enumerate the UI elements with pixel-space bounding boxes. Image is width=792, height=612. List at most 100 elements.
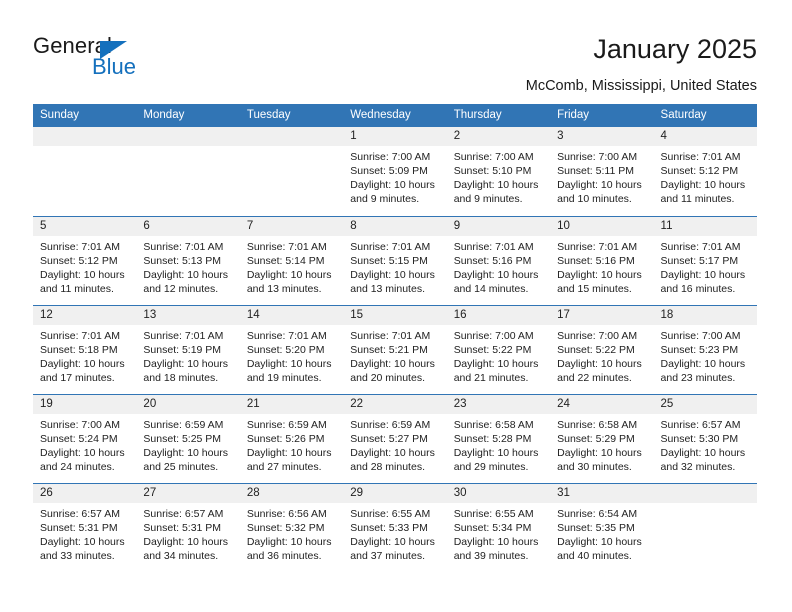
sunset-text: Sunset: 5:25 PM xyxy=(143,432,222,445)
calendar-day-cell[interactable]: 8 Sunrise: 7:01 AM Sunset: 5:15 PM Daylight… xyxy=(343,215,447,305)
sunset-text: Sunset: 5:34 PM xyxy=(453,521,532,534)
sunset-text: Sunset: 5:28 PM xyxy=(453,432,532,445)
sunrise-text: Sunrise: 7:01 AM xyxy=(660,151,741,163)
calendar-day-cell[interactable]: 21 Sunrise: 6:59 AM Sunset: 5:26 PM Dayligh… xyxy=(239,393,344,483)
day-details: Sunrise: 7:00 AM Sunset: 5:09 PM Daylight:… xyxy=(343,146,446,206)
sunset-text: Sunset: 5:20 PM xyxy=(246,343,325,356)
daylight-text: Daylight: 10 hours and 19 minutes. xyxy=(246,357,332,384)
calendar-day-cell[interactable]: 7 Sunrise: 7:01 AM Sunset: 5:14 PM Daylight… xyxy=(239,215,344,305)
weekday-header-row: Sunday Monday Tuesday Wednesday Thursday… xyxy=(33,104,757,127)
sunrise-text: Sunrise: 7:01 AM xyxy=(40,329,120,342)
day-details: Sunrise: 7:01 AM Sunset: 5:12 PM Daylight:… xyxy=(33,236,136,296)
daylight-text: Daylight: 10 hours and 18 minutes. xyxy=(143,357,229,384)
day-number: 7 xyxy=(239,216,344,236)
calendar-day-cell[interactable]: 16 Sunrise: 7:00 AM Sunset: 5:22 PM Dayligh… xyxy=(446,304,551,394)
day-details: Sunrise: 6:56 AM Sunset: 5:32 PM Daylight:… xyxy=(240,503,343,563)
day-details: Sunrise: 7:01 AM Sunset: 5:13 PM Daylight:… xyxy=(136,236,239,296)
calendar-day-cell[interactable]: 25 Sunrise: 6:57 AM Sunset: 5:30 PM Dayligh… xyxy=(653,393,757,483)
calendar-day-cell[interactable]: 17 Sunrise: 7:00 AM Sunset: 5:22 PM Dayligh… xyxy=(550,304,654,394)
sunset-text: Sunset: 5:31 PM xyxy=(40,521,118,534)
day-number: 8 xyxy=(343,216,447,236)
day-details: Sunrise: 7:01 AM Sunset: 5:21 PM Daylight:… xyxy=(343,325,446,385)
sunrise-text: Sunrise: 7:01 AM xyxy=(143,329,224,342)
calendar-day-cell[interactable]: 1 Sunrise: 7:00 AM Sunset: 5:09 PM Daylight… xyxy=(343,127,447,216)
day-number: 6 xyxy=(136,216,240,236)
calendar-day-cell[interactable]: 15 Sunrise: 7:01 AM Sunset: 5:21 PM Dayligh… xyxy=(343,304,447,394)
day-details: Sunrise: 7:01 AM Sunset: 5:20 PM Daylight:… xyxy=(240,325,343,385)
day-details: Sunrise: 7:00 AM Sunset: 5:22 PM Daylight:… xyxy=(447,325,550,385)
day-details: Sunrise: 6:57 AM Sunset: 5:31 PM Daylight:… xyxy=(33,503,136,563)
general-blue-logo[interactable]: General Blue xyxy=(33,34,173,84)
daylight-text: Daylight: 10 hours and 27 minutes. xyxy=(246,446,332,473)
calendar-day-cell[interactable]: 9 Sunrise: 7:01 AM Sunset: 5:16 PM Daylight… xyxy=(446,215,551,305)
calendar-day-cell[interactable]: 20 Sunrise: 6:59 AM Sunset: 5:25 PM Dayligh… xyxy=(136,393,240,483)
day-number: 27 xyxy=(136,483,240,503)
calendar-day-cell[interactable]: 23 Sunrise: 6:58 AM Sunset: 5:28 PM Dayligh… xyxy=(446,393,551,483)
daylight-text: Daylight: 10 hours and 34 minutes. xyxy=(143,535,229,562)
sunset-text: Sunset: 5:12 PM xyxy=(660,165,739,177)
calendar-day-cell[interactable]: 19 Sunrise: 7:00 AM Sunset: 5:24 PM Dayligh… xyxy=(33,393,137,483)
calendar-day-cell[interactable]: 14 Sunrise: 7:01 AM Sunset: 5:20 PM Dayligh… xyxy=(239,304,344,394)
day-details: Sunrise: 7:01 AM Sunset: 5:12 PM Daylight:… xyxy=(654,146,757,206)
sunset-text: Sunset: 5:32 PM xyxy=(246,521,325,534)
day-number: 26 xyxy=(33,483,137,503)
daylight-text: Daylight: 10 hours and 24 minutes. xyxy=(40,446,125,473)
weekday-header-monday: Monday xyxy=(136,104,240,127)
daylight-text: Daylight: 10 hours and 13 minutes. xyxy=(350,268,435,295)
day-number: 17 xyxy=(550,305,654,325)
sunset-text: Sunset: 5:19 PM xyxy=(143,343,222,356)
calendar-day-cell-empty xyxy=(239,127,344,216)
sunset-text: Sunset: 5:16 PM xyxy=(557,254,635,267)
day-details: Sunrise: 6:59 AM Sunset: 5:27 PM Daylight:… xyxy=(343,414,446,474)
day-number xyxy=(653,483,757,503)
calendar-day-cell[interactable]: 10 Sunrise: 7:01 AM Sunset: 5:16 PM Dayligh… xyxy=(550,215,654,305)
daylight-text: Daylight: 10 hours and 40 minutes. xyxy=(557,535,642,562)
calendar-day-cell[interactable]: 13 Sunrise: 7:01 AM Sunset: 5:19 PM Dayligh… xyxy=(136,304,240,394)
calendar-day-cell[interactable]: 4 Sunrise: 7:01 AM Sunset: 5:12 PM Daylight… xyxy=(653,127,757,216)
day-number: 29 xyxy=(343,483,447,503)
calendar-day-cell[interactable]: 3 Sunrise: 7:00 AM Sunset: 5:11 PM Daylight… xyxy=(550,127,654,216)
sunrise-text: Sunrise: 6:56 AM xyxy=(246,507,327,520)
sunset-text: Sunset: 5:22 PM xyxy=(453,343,532,356)
calendar-day-cell[interactable]: 2 Sunrise: 7:00 AM Sunset: 5:10 PM Daylight… xyxy=(446,127,551,216)
day-number: 24 xyxy=(550,394,654,414)
day-number: 2 xyxy=(446,127,551,146)
daylight-text: Daylight: 10 hours and 39 minutes. xyxy=(453,535,539,562)
calendar-week-row: 5 Sunrise: 7:01 AM Sunset: 5:12 PM Daylight… xyxy=(33,215,757,305)
calendar-day-cell[interactable]: 22 Sunrise: 6:59 AM Sunset: 5:27 PM Dayligh… xyxy=(343,393,447,483)
calendar-day-cell[interactable]: 24 Sunrise: 6:58 AM Sunset: 5:29 PM Dayligh… xyxy=(550,393,654,483)
calendar-day-cell[interactable]: 29 Sunrise: 6:55 AM Sunset: 5:33 PM Dayligh… xyxy=(343,482,447,572)
calendar-day-cell[interactable]: 26 Sunrise: 6:57 AM Sunset: 5:31 PM Dayligh… xyxy=(33,482,137,572)
calendar-day-cell[interactable]: 27 Sunrise: 6:57 AM Sunset: 5:31 PM Dayligh… xyxy=(136,482,240,572)
calendar-day-cell[interactable]: 12 Sunrise: 7:01 AM Sunset: 5:18 PM Dayligh… xyxy=(33,304,137,394)
calendar-day-cell[interactable]: 6 Sunrise: 7:01 AM Sunset: 5:13 PM Daylight… xyxy=(136,215,240,305)
calendar-week-row: 1 Sunrise: 7:00 AM Sunset: 5:09 PM Daylight… xyxy=(33,127,757,216)
sunrise-text: Sunrise: 7:01 AM xyxy=(557,240,638,253)
calendar-day-cell[interactable]: 11 Sunrise: 7:01 AM Sunset: 5:17 PM Dayligh… xyxy=(653,215,757,305)
daylight-text: Daylight: 10 hours and 14 minutes. xyxy=(453,268,539,295)
daylight-text: Daylight: 10 hours and 13 minutes. xyxy=(246,268,332,295)
day-details: Sunrise: 6:55 AM Sunset: 5:33 PM Daylight:… xyxy=(343,503,446,563)
daylight-text: Daylight: 10 hours and 9 minutes. xyxy=(453,179,539,205)
day-number: 4 xyxy=(653,127,757,146)
sunrise-text: Sunrise: 7:01 AM xyxy=(660,240,741,253)
sunset-text: Sunset: 5:31 PM xyxy=(143,521,222,534)
day-details: Sunrise: 7:01 AM Sunset: 5:19 PM Daylight:… xyxy=(136,325,239,385)
calendar-day-cell[interactable]: 28 Sunrise: 6:56 AM Sunset: 5:32 PM Dayligh… xyxy=(239,482,344,572)
calendar-day-cell[interactable]: 18 Sunrise: 7:00 AM Sunset: 5:23 PM Dayligh… xyxy=(653,304,757,394)
sunrise-text: Sunrise: 6:55 AM xyxy=(350,507,431,520)
sunrise-text: Sunrise: 7:00 AM xyxy=(557,329,638,342)
calendar-day-cell[interactable]: 30 Sunrise: 6:55 AM Sunset: 5:34 PM Dayligh… xyxy=(446,482,551,572)
calendar-day-cell[interactable]: 31 Sunrise: 6:54 AM Sunset: 5:35 PM Dayligh… xyxy=(550,482,654,572)
daylight-text: Daylight: 10 hours and 17 minutes. xyxy=(40,357,125,384)
day-number: 18 xyxy=(653,305,757,325)
daylight-text: Daylight: 10 hours and 36 minutes. xyxy=(246,535,332,562)
day-details: Sunrise: 7:01 AM Sunset: 5:15 PM Daylight:… xyxy=(343,236,446,296)
sunset-text: Sunset: 5:27 PM xyxy=(350,432,428,445)
weekday-header-sunday: Sunday xyxy=(33,104,137,127)
sunrise-text: Sunrise: 7:01 AM xyxy=(40,240,120,253)
sunrise-text: Sunrise: 6:59 AM xyxy=(246,418,327,431)
day-number: 16 xyxy=(446,305,551,325)
day-details: Sunrise: 7:01 AM Sunset: 5:14 PM Daylight:… xyxy=(240,236,343,296)
calendar-day-cell[interactable]: 5 Sunrise: 7:01 AM Sunset: 5:12 PM Daylight… xyxy=(33,215,137,305)
